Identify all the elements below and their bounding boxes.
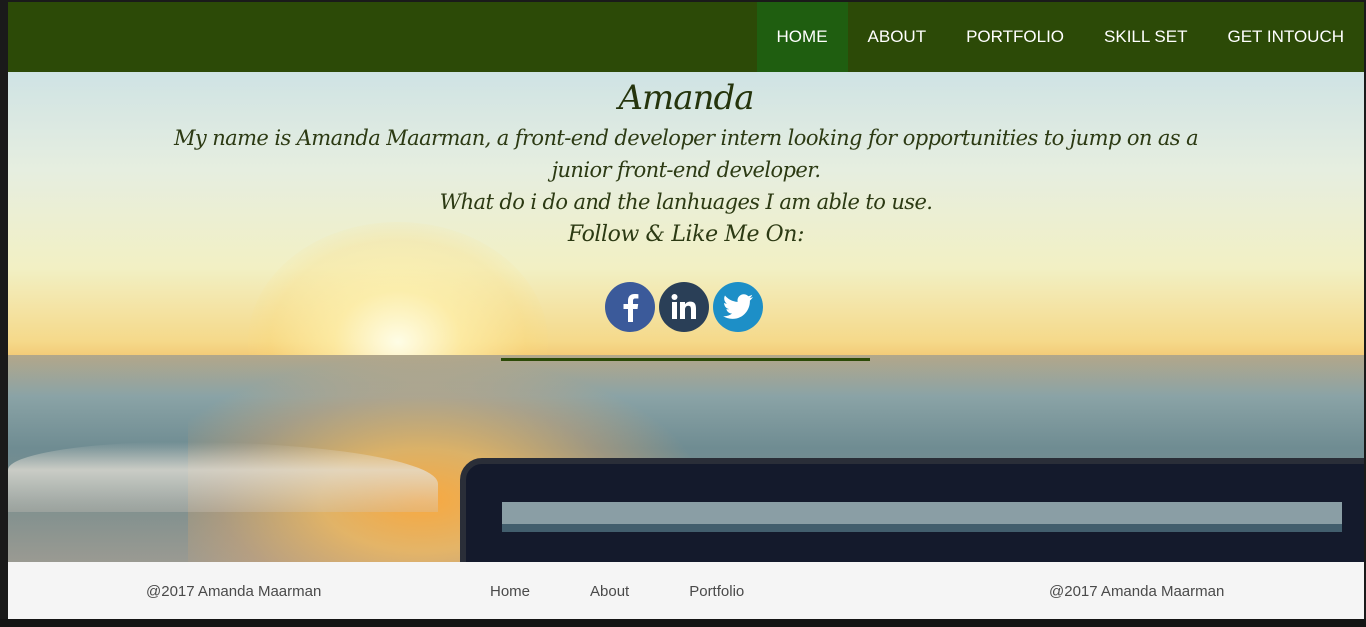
hero-section: Amanda My name is Amanda Maarman, a fron…	[8, 72, 1364, 562]
hero-bio: My name is Amanda Maarman, a front-end d…	[174, 126, 1199, 182]
taskbar-strip	[0, 619, 1366, 627]
laptop-menubar	[502, 502, 1342, 524]
laptop-image	[460, 458, 1364, 562]
footer-copyright-right: @2017 Amanda Maarman	[1049, 583, 1225, 600]
footer-links: Home About Portfolio	[490, 583, 744, 600]
nav-item-skill-set[interactable]: SKILL SET	[1084, 2, 1207, 72]
footer-link-about[interactable]: About	[590, 583, 629, 600]
footer-link-home[interactable]: Home	[490, 583, 530, 600]
hero-what: What do i do and the lanhuages I am able…	[439, 190, 933, 214]
linkedin-link[interactable]	[659, 282, 709, 332]
hero-follow: Follow & Like Me On:	[567, 222, 805, 247]
twitter-link[interactable]	[713, 282, 763, 332]
footer: @2017 Amanda Maarman Home About Portfoli…	[8, 562, 1364, 619]
linkedin-icon	[671, 294, 696, 319]
social-links	[605, 282, 763, 332]
nav-menu: HOME ABOUT PORTFOLIO SKILL SET GET INTOU…	[756, 2, 1365, 72]
hero-divider	[501, 358, 870, 361]
facebook-link[interactable]	[605, 282, 655, 332]
page-frame: HOME ABOUT PORTFOLIO SKILL SET GET INTOU…	[8, 2, 1364, 619]
laptop-tabbar	[502, 524, 1342, 532]
hero-name: Amanda	[618, 78, 755, 118]
nav-item-home[interactable]: HOME	[756, 2, 848, 72]
nav-item-about[interactable]: ABOUT	[848, 2, 947, 72]
navbar: HOME ABOUT PORTFOLIO SKILL SET GET INTOU…	[8, 2, 1364, 72]
twitter-icon	[723, 294, 753, 319]
facebook-icon	[623, 294, 639, 322]
nav-item-portfolio[interactable]: PORTFOLIO	[946, 2, 1084, 72]
nav-item-get-intouch[interactable]: GET INTOUCH	[1208, 2, 1365, 72]
footer-link-portfolio[interactable]: Portfolio	[689, 583, 744, 600]
footer-copyright-left: @2017 Amanda Maarman	[146, 583, 322, 600]
